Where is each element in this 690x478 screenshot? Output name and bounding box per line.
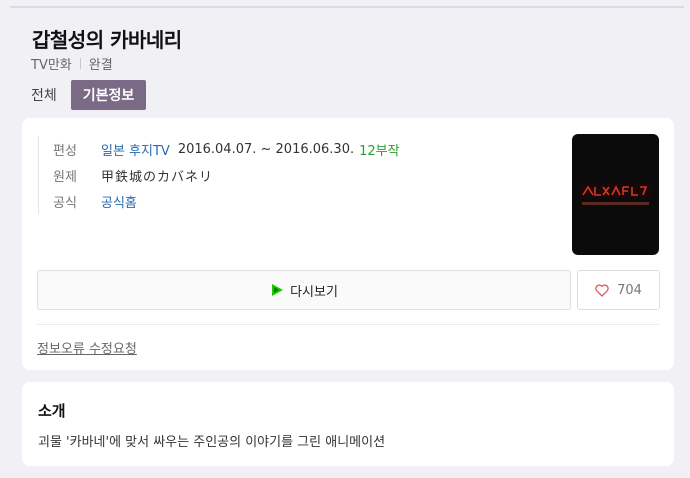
official-site-link[interactable]: 공식홈 [101, 192, 137, 211]
episode-count: 12부작 [359, 143, 400, 159]
tab-basic-info[interactable]: 기본정보 [70, 80, 147, 110]
info-row-original: 원제 甲鉄城のカバネリ [53, 162, 400, 188]
page-title: 갑철성의 카바네리 [32, 28, 182, 52]
intro-card: 소개 괴물 '카바네'에 맞서 싸우는 주인공의 이야기를 그린 애니메이션 [22, 382, 674, 466]
info-card: 편성 일본 후지TV 2016.04.07. ~ 2016.06.30. 12부… [22, 118, 674, 370]
original-title: 甲鉄城のカバネリ [101, 169, 214, 185]
work-status: 완결 [88, 58, 113, 73]
poster-logo-art [580, 184, 651, 198]
divider [37, 324, 659, 325]
meta-separator [79, 58, 81, 69]
broadcast-period: 2016.04.07. ~ 2016.06.30. [177, 141, 355, 157]
header: 갑철성의 카바네리 [32, 24, 182, 53]
work-meta: TV만화 완결 [31, 54, 113, 73]
broadcast-label: 편성 [53, 143, 77, 159]
poster-image[interactable] [572, 134, 659, 255]
intro-title: 소개 [38, 402, 66, 420]
tab-bar: 전체 기본정보 [31, 80, 147, 110]
report-error-link[interactable]: 정보오류 수정요청 [37, 338, 137, 357]
original-label: 원제 [53, 169, 77, 185]
poster-subtitle-bar [582, 202, 649, 205]
info-list: 편성 일본 후지TV 2016.04.07. ~ 2016.06.30. 12부… [38, 136, 400, 214]
replay-button[interactable]: 다시보기 [37, 270, 571, 310]
intro-text: 괴물 '카바네'에 맞서 싸우는 주인공의 이야기를 그린 애니메이션 [38, 435, 386, 450]
play-icon [270, 283, 284, 297]
replay-label: 다시보기 [290, 284, 338, 300]
work-type: TV만화 [31, 58, 72, 73]
top-border [10, 6, 684, 8]
info-row-broadcast: 편성 일본 후지TV 2016.04.07. ~ 2016.06.30. 12부… [53, 136, 400, 162]
like-button[interactable]: 704 [577, 270, 660, 310]
broadcast-channel-link[interactable]: 일본 후지TV [101, 140, 170, 159]
like-count: 704 [617, 282, 642, 298]
info-row-official: 공식 공식홈 [53, 188, 400, 214]
official-label: 공식 [53, 195, 77, 211]
poster-logo [580, 183, 651, 199]
heart-icon [595, 283, 609, 297]
tab-all[interactable]: 전체 [31, 85, 57, 105]
